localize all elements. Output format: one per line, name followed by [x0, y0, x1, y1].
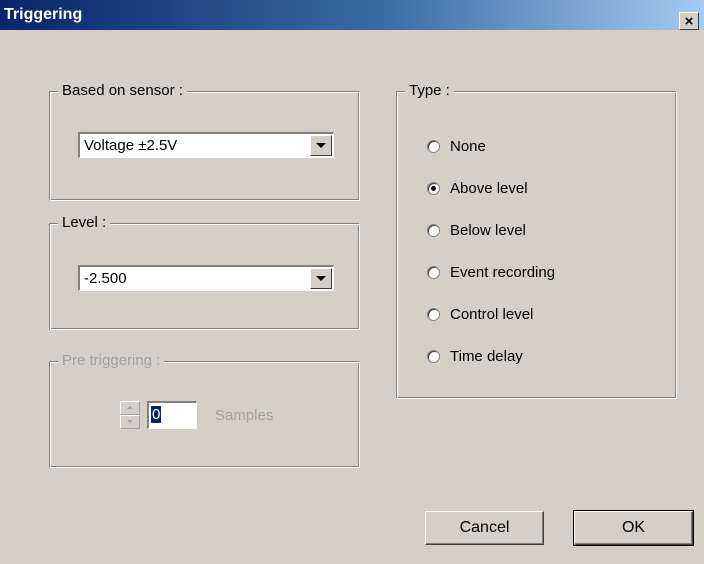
cancel-button[interactable]: Cancel	[425, 511, 544, 545]
radio-icon[interactable]	[427, 223, 440, 237]
cancel-button-label: Cancel	[459, 519, 510, 536]
pretrigger-input[interactable]: 0	[147, 401, 197, 429]
sensor-select-value: Voltage ±2.5V	[84, 137, 178, 154]
pretrigger-spinner[interactable]	[120, 401, 140, 429]
type-option-above-level[interactable]: Above level	[427, 177, 528, 199]
type-option-event-recording[interactable]: Event recording	[427, 261, 555, 283]
ok-button-label: OK	[621, 519, 646, 536]
pretrigger-unit-label: Samples	[215, 407, 274, 424]
level-group: Level : -2.500	[49, 214, 360, 330]
spin-down-icon[interactable]	[120, 415, 140, 429]
level-dropdown-arrow-icon[interactable]	[310, 268, 332, 289]
type-option-label: Below level	[450, 221, 526, 239]
level-select-value: -2.500	[84, 270, 127, 287]
sensor-dropdown-arrow-icon[interactable]	[310, 135, 332, 156]
radio-icon[interactable]	[427, 307, 440, 321]
dialog-body: Based on sensor : Voltage ±2.5V Level : …	[0, 30, 704, 564]
sensor-group: Based on sensor : Voltage ±2.5V	[49, 82, 360, 201]
pretrigger-value: 0	[151, 406, 162, 423]
level-select[interactable]: -2.500	[78, 265, 334, 291]
type-option-label: Above level	[450, 179, 528, 197]
pretrigger-group: Pre triggering : 0 Samples	[49, 352, 360, 468]
radio-checked-icon[interactable]	[427, 181, 440, 195]
sensor-select[interactable]: Voltage ±2.5V	[78, 132, 334, 158]
type-option-below-level[interactable]: Below level	[427, 219, 526, 241]
type-group-label: Type :	[405, 82, 454, 100]
radio-icon[interactable]	[427, 265, 440, 279]
close-button[interactable]: ×	[679, 12, 699, 30]
type-option-none[interactable]: None	[427, 135, 486, 157]
window-title: Triggering	[4, 6, 83, 23]
title-bar: Triggering ×	[0, 0, 704, 30]
type-option-time-delay[interactable]: Time delay	[427, 345, 523, 367]
pretrigger-group-label: Pre triggering :	[58, 352, 165, 370]
radio-icon[interactable]	[427, 139, 440, 153]
type-option-control-level[interactable]: Control level	[427, 303, 533, 325]
sensor-group-label: Based on sensor :	[58, 82, 187, 100]
level-group-label: Level :	[58, 214, 111, 232]
close-icon: ×	[684, 12, 694, 30]
type-option-label: Control level	[450, 305, 534, 323]
type-option-label: Event recording	[450, 263, 556, 281]
type-group: Type : None Above level Below level Even…	[396, 82, 677, 399]
type-option-label: Time delay	[450, 347, 523, 365]
radio-icon[interactable]	[427, 349, 440, 363]
spin-up-icon[interactable]	[120, 401, 140, 415]
type-option-label: None	[450, 137, 486, 155]
ok-button[interactable]: OK	[573, 510, 694, 546]
